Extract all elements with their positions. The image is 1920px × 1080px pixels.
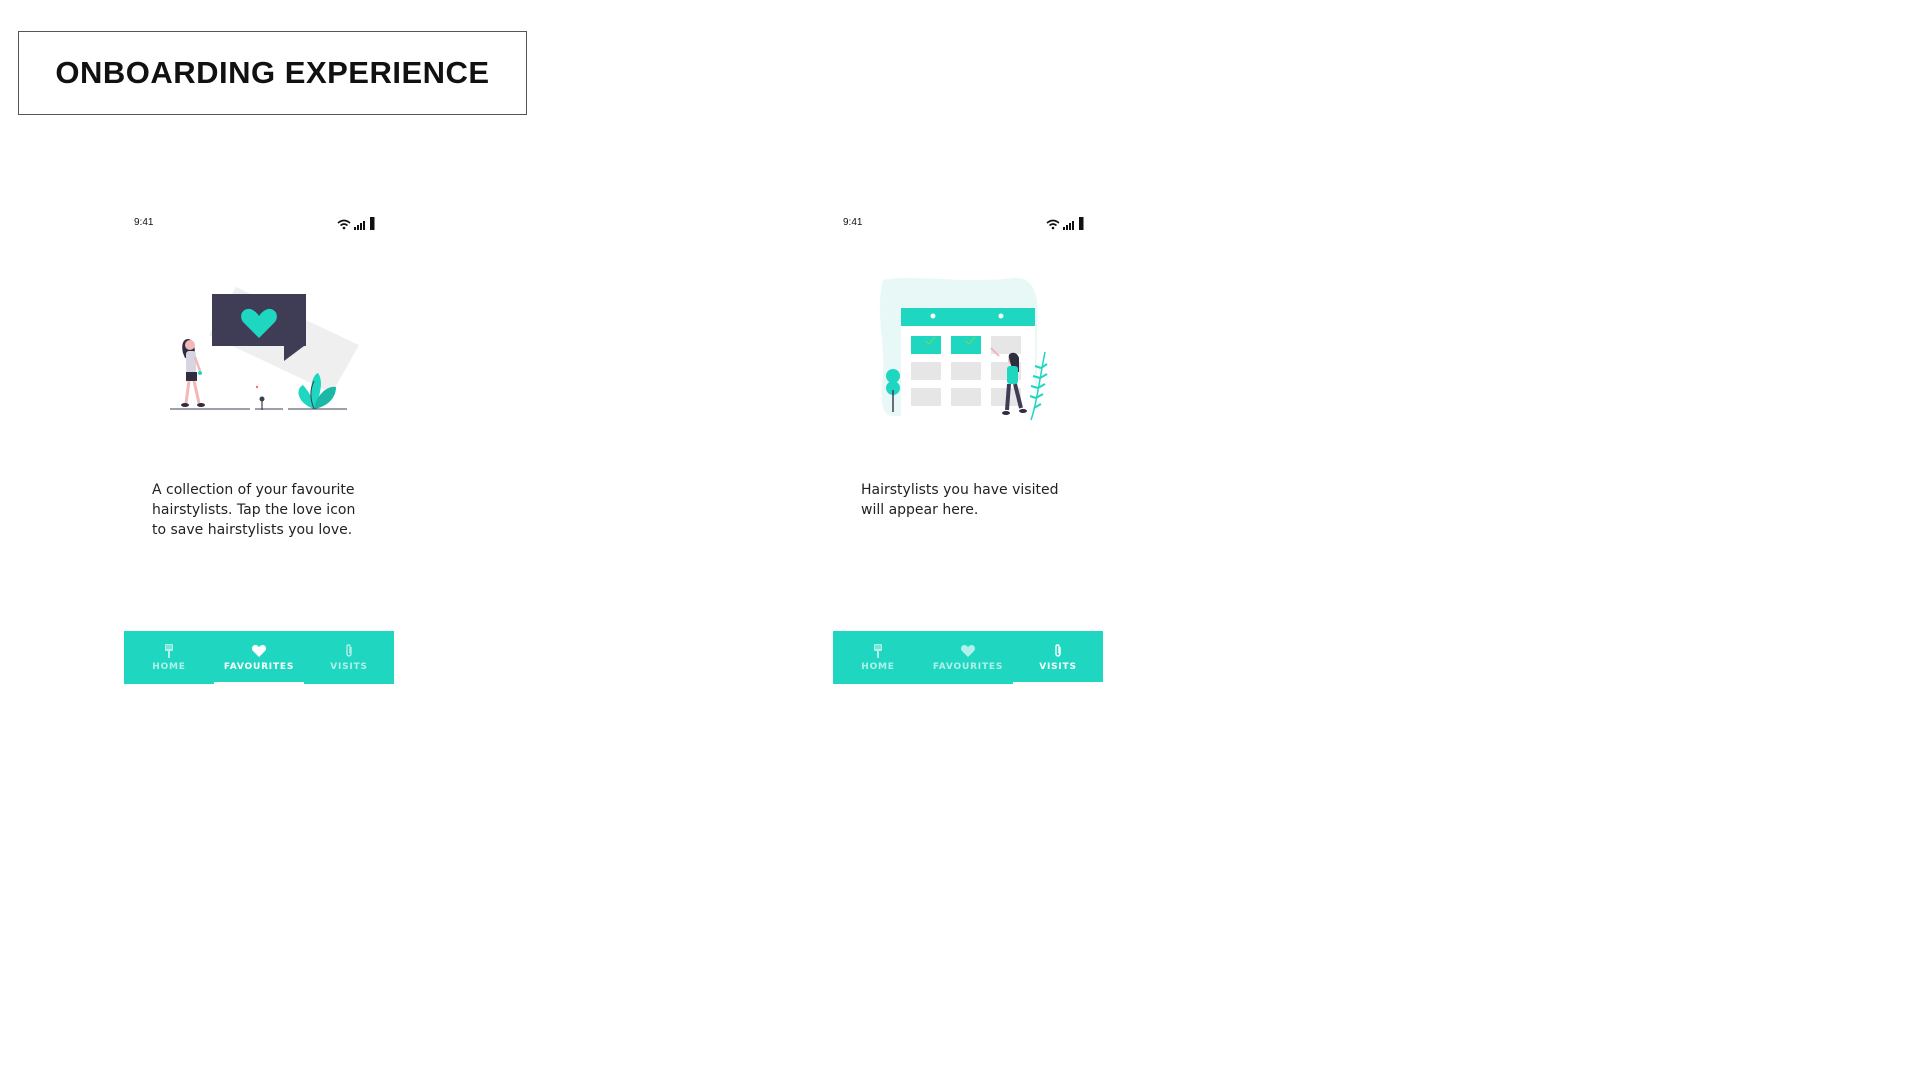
status-icons (337, 217, 375, 230)
description-text: A collection of your favourite hairstyli… (152, 482, 356, 538)
wifi-icon (1046, 219, 1060, 230)
status-bar: 9:41 (124, 210, 394, 240)
small-flower-icon (255, 385, 265, 410)
tab-favourites-label: FAVOURITES (223, 662, 295, 672)
page-title: ONBOARDING EXPERIENCE (55, 55, 490, 90)
tab-favourites[interactable]: FAVOURITES (923, 631, 1013, 684)
page-title-box: ONBOARDING EXPERIENCE (18, 31, 527, 115)
tab-visits[interactable]: VISITS (1013, 631, 1103, 684)
wifi-icon (337, 219, 351, 230)
paperclip-icon (1055, 644, 1061, 657)
heart-icon (251, 645, 267, 657)
signal-icon (1063, 221, 1074, 230)
bottom-tab-bar: HOME FAVOURITES VISITS (833, 631, 1103, 684)
visits-screen: 9:41 Hairstylists you have visited will … (833, 210, 1103, 690)
woman-figure (181, 339, 205, 407)
battery-icon (370, 217, 375, 230)
paperclip-icon (346, 644, 352, 657)
signal-icon (354, 221, 365, 230)
status-bar: 9:41 (833, 210, 1103, 240)
tab-visits-label: VISITS (330, 662, 368, 672)
favourites-illustration (170, 287, 359, 410)
status-time: 9:41 (843, 217, 863, 228)
bottom-tab-bar: HOME FAVOURITES VISITS (124, 631, 394, 684)
battery-icon (1079, 217, 1084, 230)
tab-favourites-label: FAVOURITES (932, 662, 1004, 672)
tab-favourites[interactable]: FAVOURITES (214, 631, 304, 684)
tab-home[interactable]: HOME (124, 631, 214, 684)
tab-visits[interactable]: VISITS (304, 631, 394, 684)
tab-home[interactable]: HOME (833, 631, 923, 684)
status-time: 9:41 (134, 217, 154, 228)
comb-icon (165, 644, 173, 658)
tab-visits-label: VISITS (1039, 662, 1077, 672)
tab-home-label: HOME (861, 662, 895, 672)
calendar-illustration (879, 277, 1048, 421)
tab-home-label: HOME (152, 662, 186, 672)
status-icons (1046, 217, 1084, 230)
favourites-screen: 9:41 A collection of your favourite hair… (124, 210, 394, 690)
comb-icon (874, 644, 882, 658)
description-text: Hairstylists you have visited will appea… (861, 482, 1059, 518)
heart-icon (960, 645, 976, 657)
